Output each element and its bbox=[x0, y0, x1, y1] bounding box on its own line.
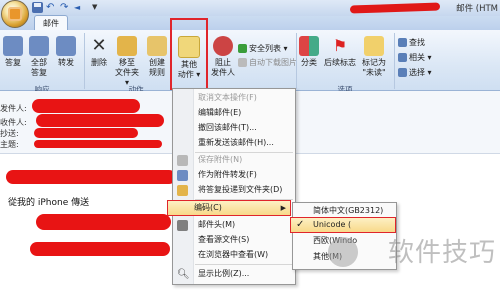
related-icon bbox=[398, 53, 407, 62]
safe-list-icon bbox=[238, 44, 247, 53]
forward-attachment-icon bbox=[177, 170, 188, 181]
move-to-folder-button[interactable]: 移至 文件夹 ▾ bbox=[112, 36, 142, 88]
forward-button[interactable]: 转发 bbox=[54, 36, 78, 68]
redaction-mark bbox=[36, 214, 171, 230]
find-button[interactable]: 查找 bbox=[398, 38, 425, 48]
follow-up-button[interactable]: ⚑ 后续标志 bbox=[322, 36, 358, 68]
related-button[interactable]: 相关 ▾ bbox=[398, 53, 432, 63]
create-rule-button[interactable]: 创建 规则 bbox=[144, 36, 170, 78]
group-divider bbox=[296, 33, 297, 89]
group-divider bbox=[84, 33, 85, 89]
menu-item-view-in-browser[interactable]: 在浏览器中查看(W) bbox=[194, 248, 293, 262]
office-logo-icon bbox=[8, 7, 22, 21]
select-button[interactable]: 选择 ▾ bbox=[398, 68, 432, 78]
menu-item-save-attachments: 保存附件(N) bbox=[198, 155, 243, 164]
reply-icon bbox=[3, 36, 23, 56]
reply-button[interactable]: 答复 bbox=[2, 36, 24, 68]
undo-icon[interactable]: ↶ bbox=[46, 2, 57, 13]
delete-button[interactable]: ✕ 删除 bbox=[88, 36, 110, 68]
attachment-icon bbox=[177, 155, 188, 166]
safe-list-button[interactable]: 安全列表 ▾ bbox=[238, 44, 288, 54]
menu-item-edit-message[interactable]: 编辑邮件(E) bbox=[194, 106, 293, 120]
reply-all-icon bbox=[29, 36, 49, 56]
tab-message[interactable]: 邮件 bbox=[34, 15, 68, 31]
group-label-options: 选项 bbox=[337, 85, 353, 94]
watermark-logo bbox=[328, 237, 358, 267]
picture-icon bbox=[238, 58, 247, 67]
auto-download-pictures-button[interactable]: 自动下载图片 bbox=[238, 58, 297, 68]
folder-icon bbox=[177, 185, 188, 196]
categorize-icon bbox=[299, 36, 319, 56]
save-icon[interactable] bbox=[32, 2, 43, 13]
submenu-item-gb2312[interactable]: 简体中文(GB2312) bbox=[313, 204, 383, 218]
delete-x-icon: ✕ bbox=[91, 35, 107, 56]
redaction-mark bbox=[30, 242, 170, 256]
redaction-mark bbox=[34, 128, 138, 138]
to-label: 收件人: bbox=[0, 118, 27, 127]
menu-item-zoom[interactable]: 显示比例(Z)... bbox=[194, 267, 293, 281]
menu-item-cancel-text-action: 取消文本操作(F) bbox=[198, 93, 257, 102]
redaction-mark bbox=[6, 170, 176, 184]
block-sender-button[interactable]: 阻止 发件人 bbox=[210, 36, 236, 78]
flag-icon: ⚑ bbox=[332, 36, 348, 55]
watermark-text: 软件技巧 bbox=[387, 238, 496, 268]
message-header-icon bbox=[177, 220, 188, 231]
menu-item-view-source[interactable]: 查看源文件(S) bbox=[194, 233, 293, 247]
cursor-icon bbox=[398, 68, 407, 77]
group-divider bbox=[394, 33, 395, 89]
office-button[interactable] bbox=[1, 0, 29, 28]
rule-icon bbox=[147, 36, 167, 56]
binoculars-icon bbox=[398, 38, 407, 47]
cc-label: 抄送: bbox=[0, 129, 19, 138]
zoom-icon: 🔍︎ bbox=[177, 269, 190, 280]
block-icon bbox=[213, 36, 233, 56]
previous-icon[interactable]: ◄ bbox=[74, 2, 85, 13]
submenu-arrow-icon: ▶ bbox=[280, 204, 286, 212]
quick-access-dropdown-icon[interactable]: ▼ bbox=[92, 2, 102, 13]
menu-item-message-header[interactable]: 邮件头(M) bbox=[194, 218, 293, 232]
menu-item-post-reply-to-folder[interactable]: 将答复投递到文件夹(D) bbox=[194, 183, 293, 197]
redaction-mark bbox=[32, 99, 140, 113]
check-icon: ✓ bbox=[296, 219, 305, 230]
menu-item-forward-as-attachment[interactable]: 作为附件转发(F) bbox=[194, 168, 293, 182]
envelope-icon bbox=[364, 36, 384, 56]
folder-icon bbox=[117, 36, 137, 56]
redo-icon[interactable]: ↷ bbox=[60, 2, 71, 13]
mark-unread-button[interactable]: 标记为 "未读" bbox=[360, 36, 388, 78]
group-label-respond: 响应 bbox=[34, 85, 50, 94]
reply-all-button[interactable]: 全部 答复 bbox=[26, 36, 52, 78]
redaction-mark bbox=[34, 140, 162, 148]
subject-label: 主题: bbox=[0, 140, 19, 149]
body-text: 從我的 iPhone 傳送 bbox=[8, 198, 90, 208]
menu-item-resend-message[interactable]: 重新发送该邮件(H)... bbox=[194, 136, 293, 150]
tab-row bbox=[0, 16, 500, 30]
menu-item-encoding[interactable]: 编码(C) ▶ bbox=[167, 200, 291, 216]
categorize-button[interactable]: 分类 bbox=[298, 36, 320, 68]
highlight-box bbox=[170, 18, 208, 90]
redaction-mark bbox=[36, 114, 164, 127]
submenu-item-unicode[interactable]: ✓ Unicode ( bbox=[290, 217, 396, 233]
other-actions-menu: 取消文本操作(F) 编辑邮件(E) 撤回该邮件(T)... 重新发送该邮件(H)… bbox=[172, 88, 296, 285]
from-label: 发件人: bbox=[0, 104, 27, 113]
forward-icon bbox=[56, 36, 76, 56]
menu-item-recall-message[interactable]: 撤回该邮件(T)... bbox=[194, 121, 293, 135]
window-title: 邮件 (HTM bbox=[456, 4, 498, 14]
